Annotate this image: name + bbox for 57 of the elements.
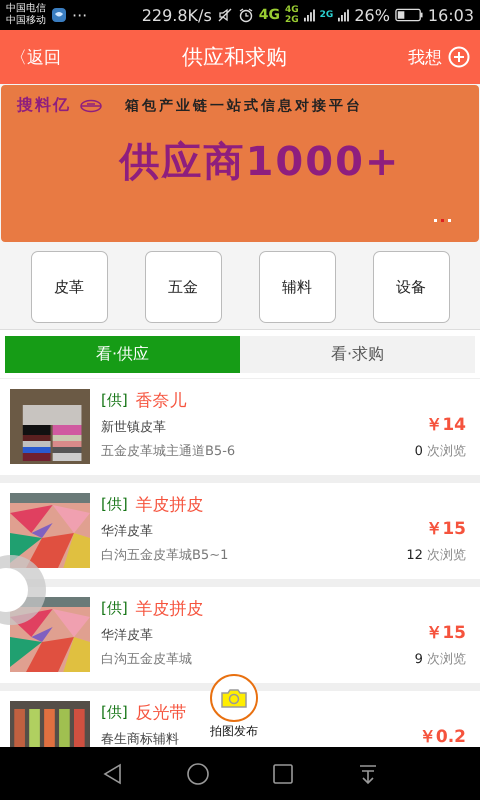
- shop-address: 五金皮革城主通道B5-6: [101, 443, 236, 460]
- network-type: 4G: [285, 5, 299, 15]
- carrier-name: 中国电信: [6, 3, 46, 14]
- app-notification-icon: [51, 7, 67, 23]
- promo-banner[interactable]: 搜料亿 箱包产业链一站式信息对接平台 供应商1000+: [1, 85, 479, 242]
- network-type: 4G: [258, 7, 280, 23]
- listing-card[interactable]: [供] 香奈儿 新世镇皮革 五金皮革城主通道B5-6 ￥14 0 次浏览: [0, 379, 480, 475]
- brand-name: 搜料亿: [17, 95, 71, 116]
- clock: 16:03: [428, 6, 474, 24]
- price: ￥0.2: [418, 726, 466, 747]
- shop-address: 白沟五金皮革城: [101, 651, 192, 668]
- listing-card[interactable]: [供] 羊皮拼皮 华洋皮革 白沟五金皮革城B5~1 ￥15 12 次浏览: [0, 483, 480, 579]
- signal-icon: [338, 7, 350, 23]
- tab[interactable]: 看·求购: [240, 336, 475, 373]
- listing-title: 羊皮拼皮: [136, 598, 204, 620]
- camera-icon: [221, 688, 247, 708]
- battery-icon: [394, 8, 423, 22]
- banner-headline: 供应商1000+: [120, 138, 400, 187]
- shop-name: 华洋皮革: [101, 627, 153, 644]
- view-count: 9 次浏览: [414, 651, 466, 668]
- listing-title: 反光带: [136, 702, 187, 724]
- mute-icon: [216, 7, 233, 23]
- listing-title: 香奈儿: [136, 390, 187, 412]
- supply-tag: [供]: [101, 391, 128, 410]
- shop-name: 华洋皮革: [101, 523, 153, 540]
- price: ￥15: [425, 622, 466, 644]
- price: ￥14: [425, 414, 466, 436]
- alarm-icon: [238, 7, 254, 23]
- logo-icon: [79, 98, 103, 112]
- recents-icon[interactable]: [270, 762, 294, 786]
- shop-name: 新世镇皮革: [101, 419, 166, 436]
- shop-name: 春生商标辅料: [101, 731, 179, 747]
- network-type: 2G: [285, 15, 299, 25]
- banner-slogan: 箱包产业链一站式信息对接平台: [125, 96, 363, 114]
- signal-icon: [304, 7, 315, 23]
- home-icon[interactable]: [186, 762, 210, 786]
- network-speed: 229.8K/s: [142, 6, 212, 24]
- carrier-name: 中国移动: [6, 15, 46, 27]
- tab[interactable]: 看·供应: [5, 336, 240, 373]
- more-notifications: ···: [72, 6, 88, 24]
- supply-tag: [供]: [101, 599, 128, 618]
- plus-icon: [448, 46, 470, 68]
- category-button[interactable]: 辅料: [258, 251, 336, 323]
- network-type: 2G: [320, 10, 334, 20]
- category-button[interactable]: 设备: [372, 251, 450, 323]
- listing-title: 羊皮拼皮: [136, 494, 204, 516]
- category-button[interactable]: 五金: [144, 251, 222, 323]
- view-count: 0 次浏览: [414, 443, 466, 460]
- shop-address: 白沟五金皮革城B5~1: [101, 547, 228, 564]
- listing-card[interactable]: [供] 羊皮拼皮 华洋皮革 白沟五金皮革城 ￥15 9 次浏览: [0, 587, 480, 683]
- price: ￥15: [425, 518, 466, 540]
- battery-percent: 26%: [354, 6, 390, 24]
- page-title: 供应和求购: [182, 44, 287, 71]
- category-button[interactable]: 皮革: [30, 251, 108, 323]
- supply-tag: [供]: [101, 495, 128, 514]
- supply-tag: [供]: [101, 703, 128, 722]
- view-count: 12 次浏览: [406, 547, 466, 564]
